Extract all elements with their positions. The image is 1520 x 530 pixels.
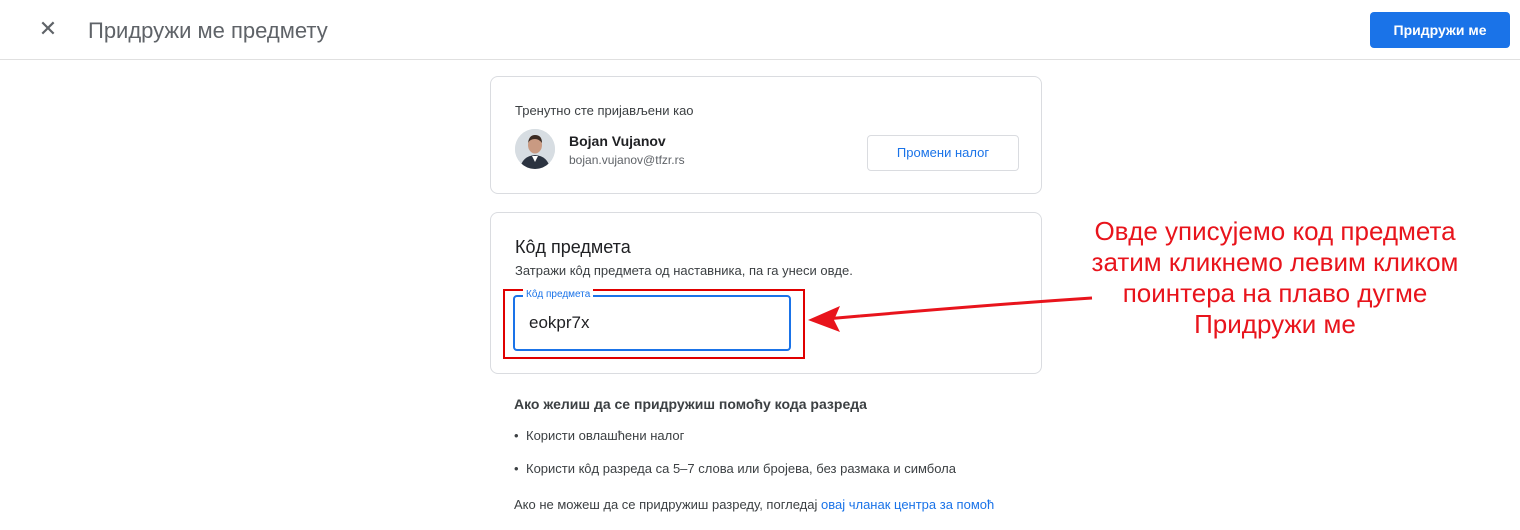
annotation-arrow (808, 296, 1093, 332)
class-code-title: Кôд предмета (515, 237, 631, 257)
avatar (515, 129, 555, 169)
signed-in-label: Тренутно сте пријављени као (515, 103, 694, 118)
class-code-description: Затражи кôд предмета од наставника, па г… (515, 263, 853, 278)
class-code-field[interactable]: Кôд предмета (513, 289, 791, 351)
help-text: Ако не можеш да се придружиш разреду, по… (514, 497, 995, 512)
info-title: Ако желиш да се придружиш помоћу кода ра… (514, 396, 867, 412)
annotation-line: Придружи ме (1194, 309, 1356, 339)
close-icon[interactable]: ✕ (36, 16, 60, 44)
list-item: • Користи кôд разреда са 5–7 слова или бр… (514, 461, 956, 476)
class-code-input[interactable] (529, 311, 769, 335)
help-link[interactable]: овај чланак центра за помоћ (821, 497, 994, 512)
annotation-text: Овде уписујемо код предмета затим кликне… (1040, 216, 1510, 340)
join-button[interactable]: Придружи ме (1370, 12, 1510, 48)
annotation-line: Овде уписујемо код предмета (1094, 216, 1456, 246)
annotation-line: затим кликнемо левим кликом (1091, 247, 1459, 277)
account-card: Тренутно сте пријављени као Bojan Vujano… (490, 76, 1042, 194)
user-name: Bojan Vujanov (569, 133, 666, 149)
annotation-line: поинтера на плаво дугме (1122, 278, 1428, 308)
class-code-field-label: Кôд предмета (523, 289, 594, 301)
switch-account-button[interactable]: Промени налог (867, 135, 1019, 171)
list-item: • Користи овлашћени налог (514, 428, 685, 443)
page-title: Придружи ме предмету (88, 18, 328, 43)
user-email: bojan.vujanov@tfzr.rs (569, 153, 685, 167)
top-bar: ✕ Придружи ме предмету Придружи ме (0, 0, 1520, 60)
